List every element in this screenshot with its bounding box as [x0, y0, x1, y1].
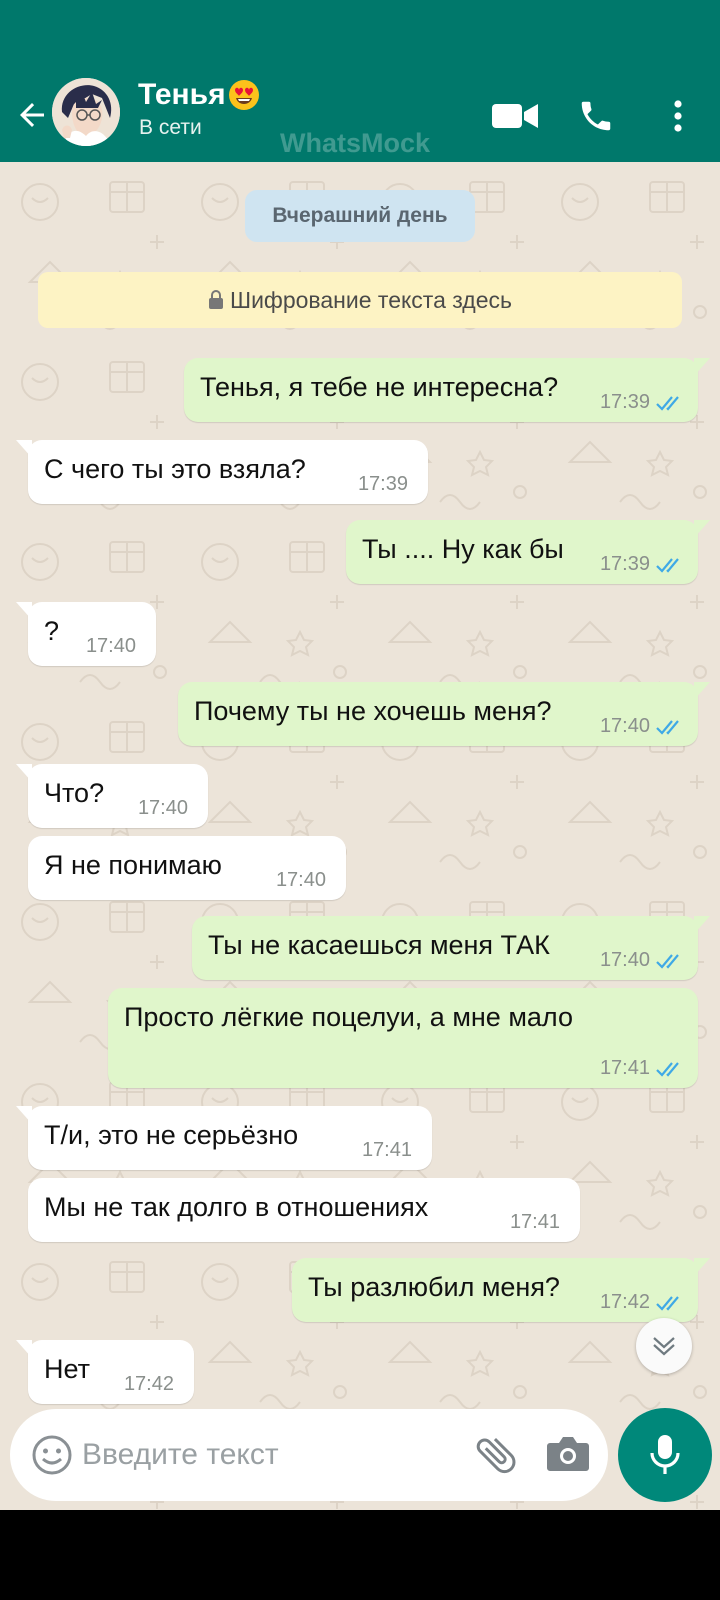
message-meta: 17:39	[600, 391, 684, 414]
message-meta: 17:39	[600, 553, 684, 576]
message-meta: 17:40	[600, 715, 684, 738]
bubble-tail	[16, 764, 32, 782]
contact-name[interactable]: Тенья	[138, 78, 260, 112]
double-check-icon	[656, 953, 679, 969]
chat-area[interactable]: Вчерашний день Шифрование текста здесь Т…	[0, 162, 720, 1510]
message-meta: 17:40	[600, 949, 684, 972]
message-meta: 17:42	[600, 1291, 684, 1314]
bubble-tail	[16, 440, 32, 458]
message-time: 17:39	[357, 473, 408, 495]
paperclip-icon	[476, 1438, 516, 1474]
message-time: 17:39	[599, 391, 650, 413]
date-separator: Вчерашний день	[245, 190, 475, 242]
message-bubble-outgoing[interactable]: Ты не касаешься меня ТАК 17:40	[192, 916, 710, 980]
message-text: Просто лёгкие поцелуи, а мне мало	[124, 1002, 573, 1032]
bubble-tail	[16, 1106, 32, 1124]
message-bubble-incoming[interactable]: С чего ты это взяла? 17:39	[16, 440, 428, 504]
message-time: 17:40	[599, 949, 650, 971]
message-text: Тенья, я тебе не интересна?	[200, 372, 559, 402]
message-time: 17:40	[599, 715, 650, 737]
message-text: ?	[44, 616, 60, 646]
double-check-icon	[656, 557, 679, 573]
lock-icon	[209, 290, 223, 309]
message-bubble-outgoing[interactable]: Ты .... Ну как бы 17:39	[346, 520, 710, 584]
message-bubble-incoming[interactable]: Что? 17:40	[16, 764, 208, 828]
message-text: Т/и, это не серьёзно	[44, 1120, 299, 1150]
message-time: 17:39	[599, 553, 650, 575]
message-text: Нет	[44, 1354, 90, 1384]
message-text: Мы не так долго в отношениях	[44, 1192, 429, 1222]
camera-icon	[547, 1437, 589, 1471]
double-check-icon	[656, 1061, 679, 1077]
message-bubble-outgoing[interactable]: Просто лёгкие поцелуи, а мне мало 17:41	[108, 988, 698, 1088]
contact-status: В сети	[139, 116, 202, 139]
mic-icon	[650, 1435, 680, 1474]
voice-call-button[interactable]	[574, 88, 618, 144]
menu-button[interactable]	[660, 88, 696, 144]
bubble-tail	[694, 682, 710, 700]
bubble-tail	[16, 602, 32, 620]
message-text: Ты не касаешься меня ТАК	[208, 930, 550, 960]
watermark: WhatsMock	[280, 128, 431, 158]
emoji-icon	[32, 1435, 72, 1475]
message-time: 17:40	[275, 869, 326, 891]
message-bubble-incoming[interactable]: ? 17:40	[16, 602, 156, 666]
message-bubble-incoming[interactable]: Нет 17:42	[16, 1340, 194, 1404]
bubble-tail	[694, 358, 710, 376]
heart-eyes-emoji-icon	[228, 80, 259, 110]
camera-button[interactable]	[546, 1433, 592, 1477]
message-bubble-outgoing[interactable]: Ты разлюбил меня? 17:42	[292, 1258, 710, 1322]
message-bubble-outgoing[interactable]: Почему ты не хочешь меня? 17:40	[178, 682, 710, 746]
encryption-notice-text: Шифрование текста здесь	[230, 286, 512, 313]
emoji-button[interactable]	[30, 1433, 74, 1477]
message-bubble-incoming[interactable]: Я не понимаю 17:40	[28, 836, 346, 900]
bubble-tail	[16, 1340, 32, 1358]
message-time: 17:40	[137, 797, 188, 819]
video-call-icon	[492, 104, 538, 128]
chat-header: Тенья В сети WhatsMock	[0, 70, 720, 162]
message-bubble-outgoing[interactable]: Тенья, я тебе не интересна? 17:39	[184, 358, 710, 422]
attach-button[interactable]	[472, 1431, 520, 1479]
contact-name-text: Тенья	[138, 78, 226, 111]
system-nav-bar	[0, 1510, 720, 1600]
message-text: С чего ты это взяла?	[44, 454, 306, 484]
message-text: Почему ты не хочешь меня?	[194, 696, 552, 726]
message-bubble-incoming[interactable]: Т/и, это не серьёзно 17:41	[16, 1106, 432, 1170]
message-time: 17:41	[361, 1139, 412, 1161]
message-text: Что?	[44, 778, 105, 808]
scroll-to-bottom-button[interactable]	[636, 1318, 692, 1374]
phone-icon	[581, 101, 611, 131]
message-text: Ты .... Ну как бы	[362, 534, 564, 564]
encryption-notice[interactable]: Шифрование текста здесь	[38, 272, 682, 328]
voice-record-button[interactable]	[618, 1408, 712, 1502]
chevron-down-double-icon	[653, 1337, 675, 1356]
bubble-tail	[694, 520, 710, 538]
message-time: 17:41	[509, 1211, 560, 1233]
status-bar	[0, 0, 720, 70]
double-check-icon	[656, 1295, 679, 1311]
double-check-icon	[656, 719, 679, 735]
more-vert-icon	[674, 100, 682, 132]
message-meta: 17:41	[600, 1057, 684, 1080]
back-button[interactable]	[12, 90, 52, 140]
contact-avatar[interactable]	[52, 78, 120, 146]
double-check-icon	[656, 395, 679, 411]
video-call-button[interactable]	[490, 88, 540, 144]
message-text: Ты разлюбил меня?	[308, 1272, 560, 1302]
message-text: Я не понимаю	[44, 850, 222, 880]
bubble-tail	[694, 916, 710, 934]
message-time: 17:42	[599, 1291, 650, 1313]
message-time: 17:42	[123, 1373, 174, 1395]
message-input[interactable]	[82, 1425, 462, 1485]
bubble-tail	[694, 1258, 710, 1276]
back-arrow-icon	[20, 103, 44, 127]
message-time: 17:40	[85, 635, 136, 657]
message-time: 17:41	[599, 1057, 650, 1079]
message-bubble-incoming[interactable]: Мы не так долго в отношениях 17:41	[28, 1178, 580, 1242]
message-composer	[10, 1409, 608, 1501]
